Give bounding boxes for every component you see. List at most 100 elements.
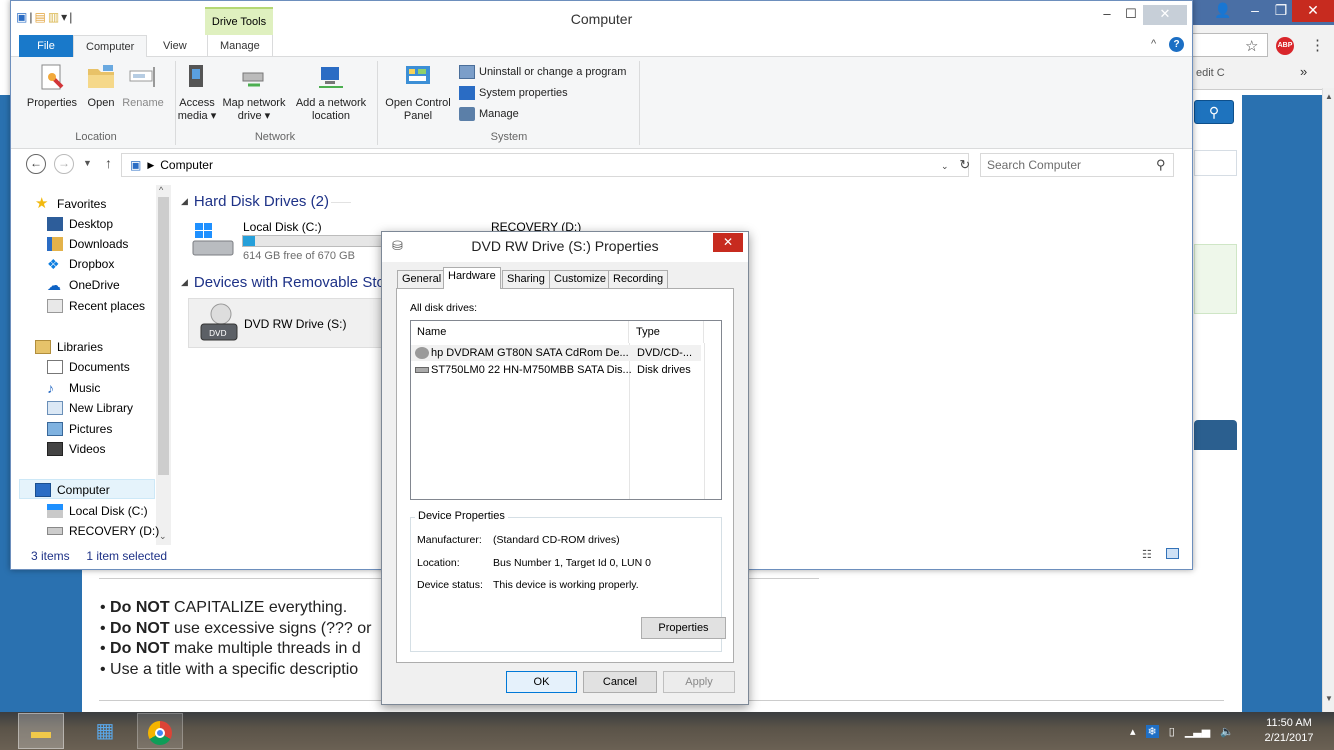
show-hidden-icons-icon[interactable]: ▴ (1130, 725, 1136, 738)
tab-recording[interactable]: Recording (608, 270, 669, 288)
nav-item-local-disk-c[interactable]: Local Disk (C:) (47, 502, 148, 520)
refresh-icon[interactable]: ↻ (959, 157, 970, 172)
search-input[interactable]: Search Computer (980, 153, 1174, 177)
collapse-ribbon-icon[interactable]: ^ (1151, 38, 1156, 50)
nav-item-new-library[interactable]: New Library (47, 399, 133, 417)
breadcrumb[interactable]: Computer (160, 158, 213, 172)
nav-item-documents[interactable]: Documents (47, 358, 130, 376)
search-icon[interactable]: ⚲ (1156, 157, 1166, 173)
site-search-button[interactable]: ⚲ (1194, 100, 1234, 124)
uninstall-program-link[interactable]: Uninstall or change a program (459, 63, 626, 81)
nav-item-desktop[interactable]: Desktop (47, 215, 113, 233)
collapse-icon[interactable]: ◢ (181, 196, 188, 207)
manage-link[interactable]: Manage (459, 105, 626, 123)
browser-scrollbar[interactable]: ▲ ▼ (1322, 88, 1334, 712)
maximize-button[interactable]: ☐ (1119, 5, 1143, 25)
scroll-up-icon[interactable]: ▲ (1325, 92, 1333, 101)
dvd-drive-tile[interactable]: DVD DVD RW Drive (S:) (188, 298, 388, 348)
system-properties-link[interactable]: System properties (459, 84, 626, 102)
dialog-title: DVD RW Drive (S:) Properties (471, 238, 659, 254)
libraries-icon (35, 340, 51, 354)
breadcrumb-separator-icon: ▶ (147, 159, 155, 170)
nav-favorites[interactable]: ★ Favorites (35, 195, 106, 213)
nav-item-pictures[interactable]: Pictures (47, 420, 112, 438)
details-view-icon[interactable]: ☷ (1142, 548, 1152, 561)
nav-scroll-thumb[interactable] (158, 197, 169, 475)
close-button[interactable]: ✕ (1143, 5, 1187, 25)
help-icon[interactable]: ? (1169, 37, 1184, 52)
snowflake-app-icon[interactable]: ❄ (1145, 724, 1159, 738)
up-button[interactable]: ↑ (105, 155, 112, 171)
chevron-down-icon[interactable]: ⌄ (941, 161, 949, 171)
browser-menu-icon[interactable]: ⋮ (1310, 36, 1325, 54)
map-network-drive-button[interactable]: Map network drive ▾ (221, 61, 287, 123)
collapse-icon[interactable]: ◢ (181, 277, 188, 288)
nav-item-downloads[interactable]: Downloads (47, 235, 128, 253)
system-group-label: System (490, 131, 528, 143)
add-network-location-button[interactable]: Add a network location (291, 61, 371, 123)
column-header-name[interactable]: Name (411, 321, 629, 343)
properties-button[interactable]: Properties (25, 61, 79, 110)
control-panel-taskbar-icon[interactable]: ▦ (82, 713, 128, 749)
nav-item-onedrive[interactable]: ☁ OneDrive (47, 276, 120, 294)
tab-manage[interactable]: Manage (207, 35, 273, 57)
bookmark-star-icon[interactable]: ☆ (1245, 37, 1258, 55)
hdd-group-header[interactable]: ◢ Hard Disk Drives (2) (181, 193, 329, 210)
rule-item: • Do NOT CAPITALIZE everything. (100, 599, 348, 616)
extensions-chevron-icon[interactable]: » (1300, 64, 1307, 79)
minimize-button[interactable]: – (1095, 5, 1119, 25)
address-bar[interactable]: ▣ ▶ Computer (121, 153, 969, 177)
nav-item-recovery-d[interactable]: RECOVERY (D:) (47, 522, 159, 540)
device-properties-button[interactable]: Properties (641, 617, 726, 639)
drive-c-name[interactable]: Local Disk (C:) (243, 220, 322, 234)
table-row[interactable]: hp DVDRAM GT80N SATA CdRom De... DVD/CD-… (411, 345, 701, 361)
address-dropdown-refresh[interactable]: ⌄ ↻ (941, 157, 970, 173)
back-button[interactable]: ← (26, 154, 46, 174)
dialog-close-button[interactable]: ✕ (713, 233, 743, 252)
adblock-icon[interactable]: ABP (1276, 37, 1294, 55)
table-row[interactable]: ST750LM0 22 HN-M750MBB SATA Dis... Disk … (411, 362, 701, 378)
open-button[interactable]: Open (83, 61, 119, 110)
battery-icon[interactable]: ▯ (1169, 725, 1175, 738)
removable-group-header[interactable]: ◢ Devices with Removable Stor (181, 274, 390, 291)
tab-general[interactable]: General (397, 270, 447, 288)
drive-name: hp DVDRAM GT80N SATA CdRom De... (431, 347, 629, 359)
apply-button[interactable]: Apply (663, 671, 735, 693)
nav-item-dropbox[interactable]: ❖ Dropbox (47, 255, 114, 273)
tab-file[interactable]: File (19, 35, 73, 57)
disk-drives-list[interactable]: Name Type hp DVDRAM GT80N SATA CdRom De.… (410, 320, 722, 500)
volume-muted-icon[interactable]: 🔈 (1220, 725, 1234, 738)
recent-locations-icon[interactable]: ▼ (83, 158, 92, 168)
column-header-type[interactable]: Type (630, 321, 704, 343)
site-panel (1194, 150, 1237, 176)
properties-dialog: ⛁ DVD RW Drive (S:) Properties ✕ General… (381, 231, 749, 705)
user-icon[interactable]: 👤 (1206, 0, 1240, 22)
tab-view[interactable]: View (151, 35, 199, 57)
browser-close-button[interactable]: ✕ (1292, 0, 1334, 22)
nav-computer[interactable]: Computer (35, 481, 110, 499)
network-signal-icon[interactable]: ▁▃▅ (1185, 725, 1210, 738)
chrome-taskbar-icon[interactable] (137, 713, 183, 749)
nav-libraries[interactable]: Libraries (35, 338, 103, 356)
ok-button[interactable]: OK (506, 671, 577, 693)
tab-sharing[interactable]: Sharing (502, 270, 550, 288)
large-icons-view-icon[interactable] (1166, 548, 1179, 559)
file-explorer-taskbar-icon[interactable]: ▬ (18, 713, 64, 749)
scroll-down-icon[interactable]: ▼ (1325, 694, 1333, 703)
forward-button[interactable]: → (54, 154, 74, 174)
access-media-button[interactable]: Access media ▾ (177, 61, 217, 123)
library-icon (47, 401, 63, 415)
rename-button[interactable]: Rename (121, 61, 165, 110)
scroll-up-icon[interactable]: ^ (159, 185, 163, 195)
tab-hardware[interactable]: Hardware (443, 267, 501, 289)
tab-customize[interactable]: Customize (549, 270, 611, 288)
nav-item-music[interactable]: ♪ Music (47, 379, 100, 397)
cancel-button[interactable]: Cancel (583, 671, 657, 693)
scroll-down-icon[interactable]: ⌄ (159, 531, 167, 542)
nav-item-recent-places[interactable]: Recent places (47, 297, 145, 315)
taskbar-clock[interactable]: 11:50 AM 2/21/2017 (1254, 716, 1324, 746)
open-control-panel-button[interactable]: Open Control Panel (381, 61, 455, 123)
tab-computer[interactable]: Computer (73, 35, 148, 57)
nav-item-videos[interactable]: Videos (47, 440, 105, 458)
control-panel-icon (406, 66, 430, 84)
